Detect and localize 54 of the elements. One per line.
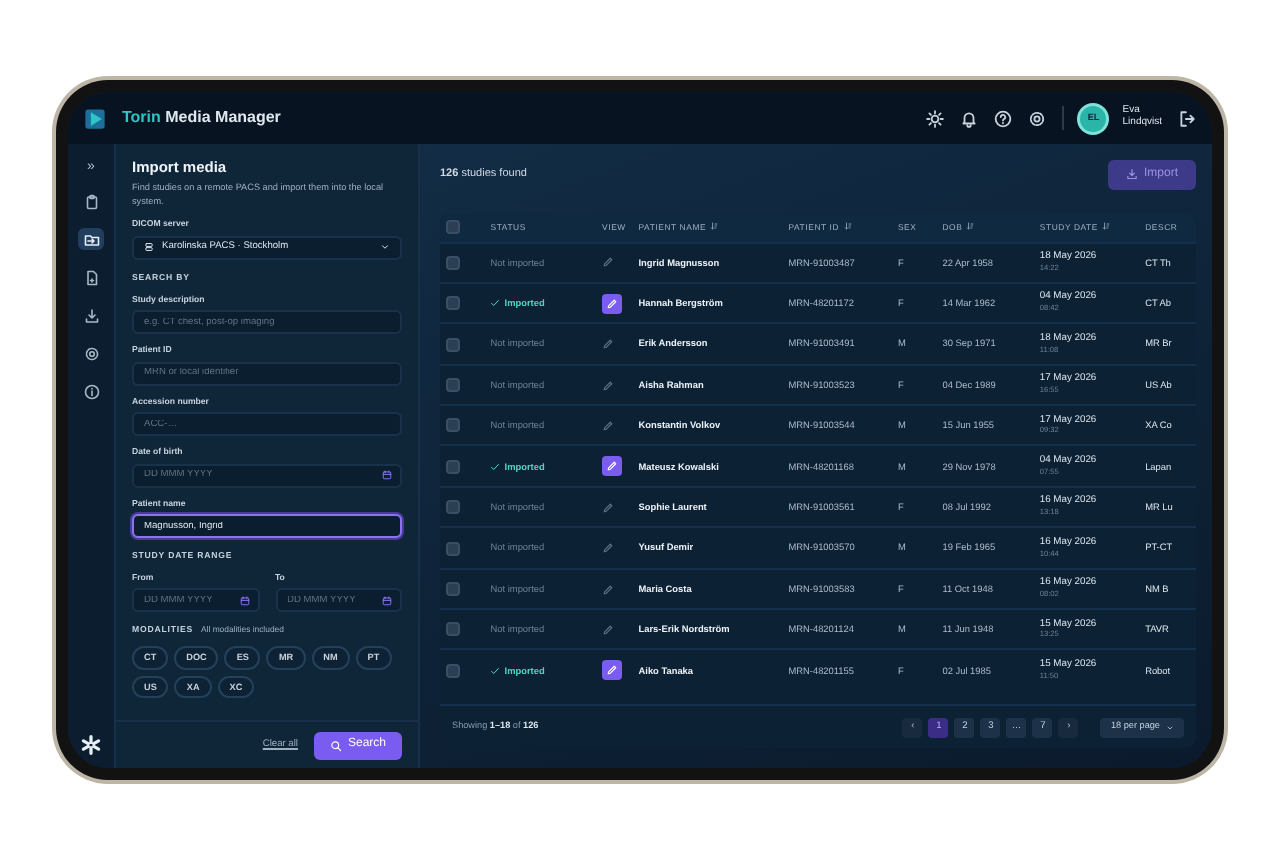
clipboard-icon xyxy=(83,193,99,209)
sort-icon xyxy=(1102,222,1111,231)
help-button[interactable] xyxy=(994,109,1013,127)
row-checkbox[interactable] xyxy=(446,622,460,637)
row-checkbox[interactable] xyxy=(446,500,460,515)
notifications-button[interactable] xyxy=(960,109,979,127)
row-checkbox[interactable] xyxy=(446,418,460,433)
row-checkbox[interactable] xyxy=(446,296,460,311)
pen-icon xyxy=(602,501,615,514)
row-checkbox[interactable] xyxy=(446,459,460,474)
sun-button[interactable] xyxy=(926,109,945,127)
select-all-checkbox[interactable] xyxy=(446,220,460,235)
calendar-icon xyxy=(382,470,392,481)
asterisk-logo-icon xyxy=(80,734,102,756)
calendar-icon xyxy=(382,595,392,606)
pen-icon xyxy=(606,460,619,473)
row-checkbox[interactable] xyxy=(446,337,460,352)
pen-icon xyxy=(602,623,615,636)
calendar-icon xyxy=(239,595,249,606)
pen-icon xyxy=(602,583,615,596)
check-icon xyxy=(490,461,501,472)
chevron-icon xyxy=(380,242,390,253)
logout-icon xyxy=(1178,109,1196,127)
notifications-icon xyxy=(960,109,979,127)
row-checkbox[interactable] xyxy=(446,581,460,596)
search-icon xyxy=(329,739,342,751)
download-icon xyxy=(83,307,99,323)
pen-icon xyxy=(602,256,615,269)
pen-icon xyxy=(602,542,615,555)
help-icon xyxy=(994,109,1013,127)
pen-icon xyxy=(602,338,615,351)
app-title: Torin Media Manager xyxy=(122,106,281,130)
pen-icon xyxy=(602,420,615,432)
folder-import-icon xyxy=(83,231,99,247)
sort-icon xyxy=(966,222,975,231)
sort-icon xyxy=(710,222,719,231)
info-icon xyxy=(83,383,99,399)
view-button[interactable] xyxy=(602,660,623,681)
document-icon xyxy=(83,269,99,285)
download-icon xyxy=(1125,168,1138,180)
pen-icon xyxy=(606,664,619,677)
row-checkbox[interactable] xyxy=(446,378,460,392)
pen-icon xyxy=(602,379,615,392)
row-checkbox[interactable] xyxy=(446,541,460,556)
sun-icon xyxy=(926,109,945,127)
check-icon xyxy=(490,298,501,309)
pen-icon xyxy=(606,297,619,310)
view-button[interactable] xyxy=(602,456,623,477)
logo-icon xyxy=(84,107,106,129)
row-checkbox[interactable] xyxy=(446,255,460,270)
check-icon xyxy=(490,666,501,677)
sort-icon xyxy=(843,222,852,231)
view-button[interactable] xyxy=(602,293,623,314)
row-checkbox[interactable] xyxy=(446,663,460,678)
